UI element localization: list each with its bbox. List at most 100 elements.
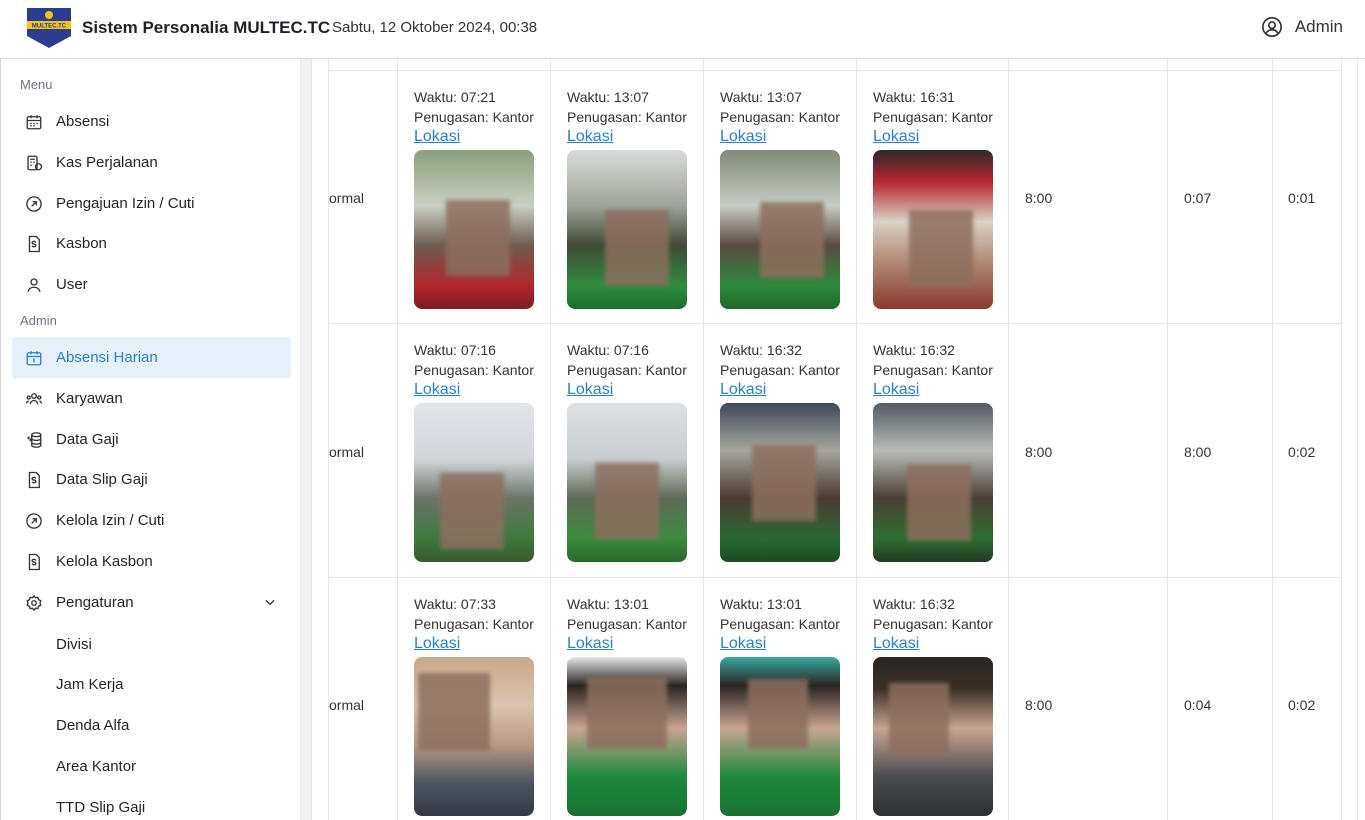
photo-assignment: Penugasan: Kantor: [414, 362, 534, 378]
sidebar-item-kelola-kasbon[interactable]: Kelola Kasbon: [12, 541, 291, 582]
user-name: Admin: [1294, 17, 1343, 36]
photo-time: Waktu: 07:16: [414, 342, 496, 358]
user-icon: [25, 276, 43, 294]
photo-time: Waktu: 07:33: [414, 596, 496, 612]
photo-assignment: Penugasan: Kantor: [567, 109, 687, 125]
attendance-photo[interactable]: [567, 403, 687, 562]
sidebar-sub-divisi[interactable]: Divisi: [56, 636, 92, 653]
lembur-cell: 0:07: [1184, 190, 1212, 206]
attendance-photo[interactable]: [873, 150, 993, 309]
sidebar-item-kasbon[interactable]: Kasbon: [12, 223, 291, 264]
calendar-icon: [25, 113, 43, 131]
top-header: MULTEC.TC Sistem Personalia MULTEC.TC Sa…: [0, 0, 1365, 59]
table-row-partial: [329, 59, 1342, 70]
sidebar-item-label: Data Slip Gaji: [56, 471, 148, 488]
app-logo[interactable]: MULTEC.TC: [25, 6, 73, 50]
photo-time: Waktu: 07:16: [567, 342, 649, 358]
gear-icon: [25, 594, 43, 612]
location-link[interactable]: Lokasi: [414, 634, 534, 654]
photo-assignment: Penugasan: Kantor: [567, 362, 687, 378]
attendance-photo[interactable]: [873, 657, 993, 816]
sidebar-scrollbar[interactable]: [300, 59, 312, 820]
attendance-photo[interactable]: [567, 657, 687, 816]
sidebar-item-label: User: [56, 276, 88, 293]
location-link[interactable]: Lokasi: [873, 634, 993, 654]
admin-section-label: Admin: [20, 313, 57, 328]
coins-icon: [25, 431, 43, 449]
attendance-photo[interactable]: [873, 403, 993, 562]
sidebar-item-kas-perjalanan[interactable]: Kas Perjalanan: [12, 142, 291, 183]
attendance-photo[interactable]: [414, 150, 534, 309]
table-row: ormal Waktu: 07:16 Penugasan: Kantor Lokas…: [329, 323, 1342, 577]
location-link[interactable]: Lokasi: [414, 127, 534, 147]
current-datetime: Sabtu, 12 Oktober 2024, 00:38: [332, 19, 538, 36]
users-icon: [25, 390, 43, 408]
attendance-photo[interactable]: [720, 657, 840, 816]
telat-cell: 0:02: [1288, 444, 1316, 460]
lembur-cell: 0:04: [1184, 697, 1212, 713]
sidebar-sub-area-kantor[interactable]: Area Kantor: [56, 758, 136, 775]
svg-text:MULTEC.TC: MULTEC.TC: [32, 24, 67, 30]
sidebar-sub-ttd-slip-gaji[interactable]: TTD Slip Gaji: [56, 799, 145, 816]
dollar-file-icon: [25, 235, 43, 253]
arrow-circle-icon: [25, 195, 43, 213]
sidebar-item-kelola-izin[interactable]: Kelola Izin / Cuti: [12, 500, 291, 541]
telat-cell: 0:01: [1288, 190, 1316, 206]
photo-assignment: Penugasan: Kantor: [720, 109, 840, 125]
location-link[interactable]: Lokasi: [720, 634, 840, 654]
location-link[interactable]: Lokasi: [873, 380, 993, 400]
photo-assignment: Penugasan: Kantor: [414, 616, 534, 632]
photo-time: Waktu: 13:01: [567, 596, 649, 612]
sidebar-item-label: Karyawan: [56, 390, 123, 407]
photo-time: Waktu: 13:01: [720, 596, 802, 612]
sidebar-item-data-gaji[interactable]: Data Gaji: [12, 419, 291, 460]
sidebar-item-data-slip-gaji[interactable]: Data Slip Gaji: [12, 459, 291, 500]
location-link[interactable]: Lokasi: [720, 127, 840, 147]
attendance-table: ormal Waktu: 07:21 Penugasan: Kantor Lokas…: [328, 59, 1358, 820]
location-link[interactable]: Lokasi: [873, 127, 993, 147]
attendance-photo[interactable]: [414, 657, 534, 816]
photo-assignment: Penugasan: Kantor: [873, 616, 993, 632]
sidebar-item-label: Absensi: [56, 113, 110, 130]
photo-time: Waktu: 16:32: [873, 596, 955, 612]
attendance-photo[interactable]: [720, 403, 840, 562]
jam-kerja-cell: 8:00: [1025, 697, 1053, 713]
sidebar-item-pengajuan-izin[interactable]: Pengajuan Izin / Cuti: [12, 183, 291, 224]
sidebar-sub-jam-kerja[interactable]: Jam Kerja: [56, 676, 124, 693]
menu-section-label: Menu: [20, 77, 53, 92]
status-cell: ormal: [329, 190, 365, 206]
sidebar-sub-denda-alfa[interactable]: Denda Alfa: [56, 717, 129, 734]
location-link[interactable]: Lokasi: [567, 380, 687, 400]
attendance-photo[interactable]: [720, 150, 840, 309]
sidebar-item-label: Kelola Izin / Cuti: [56, 512, 165, 529]
user-menu[interactable]: Admin: [1261, 16, 1343, 38]
table-row: ormal Waktu: 07:33 Penugasan: Kantor Lokas…: [329, 577, 1342, 820]
photo-assignment: Penugasan: Kantor: [873, 362, 993, 378]
calendar-day-icon: [25, 349, 43, 367]
sidebar-item-label: Kas Perjalanan: [56, 154, 158, 171]
photo-time: Waktu: 16:31: [873, 89, 955, 105]
location-link[interactable]: Lokasi: [567, 127, 687, 147]
sidebar-item-absensi-harian[interactable]: Absensi Harian: [12, 337, 291, 378]
sidebar-item-label: Kelola Kasbon: [56, 553, 153, 570]
location-link[interactable]: Lokasi: [414, 380, 534, 400]
photo-time: Waktu: 16:32: [873, 342, 955, 358]
location-link[interactable]: Lokasi: [720, 380, 840, 400]
photo-time: Waktu: 13:07: [567, 89, 649, 105]
photo-assignment: Penugasan: Kantor: [720, 362, 840, 378]
attendance-photo[interactable]: [414, 403, 534, 562]
sidebar-item-label: Pengajuan Izin / Cuti: [56, 195, 195, 212]
location-link[interactable]: Lokasi: [567, 634, 687, 654]
sidebar-item-absensi[interactable]: Absensi: [12, 101, 291, 142]
main-content: ormal Waktu: 07:21 Penugasan: Kantor Lokas…: [312, 59, 1365, 820]
photo-assignment: Penugasan: Kantor: [414, 109, 534, 125]
photo-assignment: Penugasan: Kantor: [567, 616, 687, 632]
status-cell: ormal: [329, 444, 365, 460]
sidebar-item-pengaturan[interactable]: Pengaturan: [12, 582, 291, 623]
photo-time: Waktu: 16:32: [720, 342, 802, 358]
sidebar-item-label: Data Gaji: [56, 431, 119, 448]
sidebar-item-user[interactable]: User: [12, 264, 291, 305]
wallet-icon: [25, 154, 43, 172]
sidebar-item-karyawan[interactable]: Karyawan: [12, 378, 291, 419]
attendance-photo[interactable]: [567, 150, 687, 309]
